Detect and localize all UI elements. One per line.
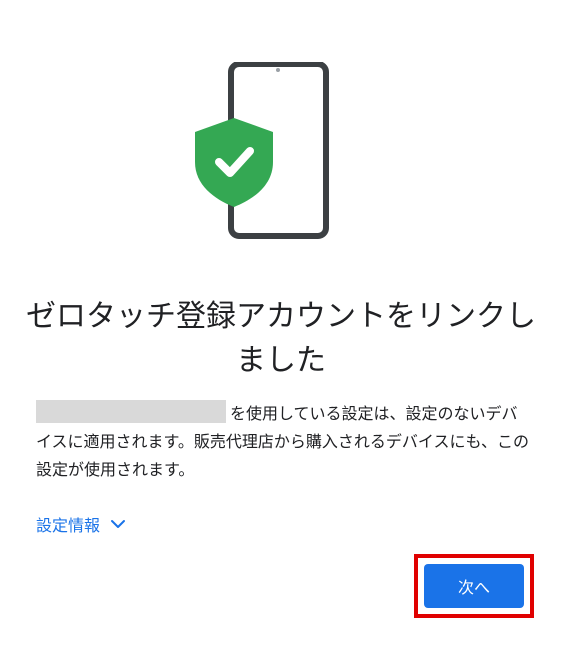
dialog: ゼロタッチ登録アカウントをリンクしました を使用している設定は、設定のないデバイ…	[0, 0, 562, 652]
dialog-description: を使用している設定は、設定のないデバイスに適用されます。販売代理店から購入される…	[36, 400, 530, 484]
settings-info-label: 設定情報	[36, 516, 101, 535]
chevron-down-icon	[111, 520, 126, 528]
settings-info-toggle[interactable]: 設定情報	[36, 512, 126, 536]
dialog-title: ゼロタッチ登録アカウントをリンクしました	[26, 299, 536, 378]
phone-shield-check-icon	[195, 62, 329, 239]
redacted-account-name	[36, 400, 226, 423]
next-button[interactable]: 次へ	[424, 564, 524, 608]
